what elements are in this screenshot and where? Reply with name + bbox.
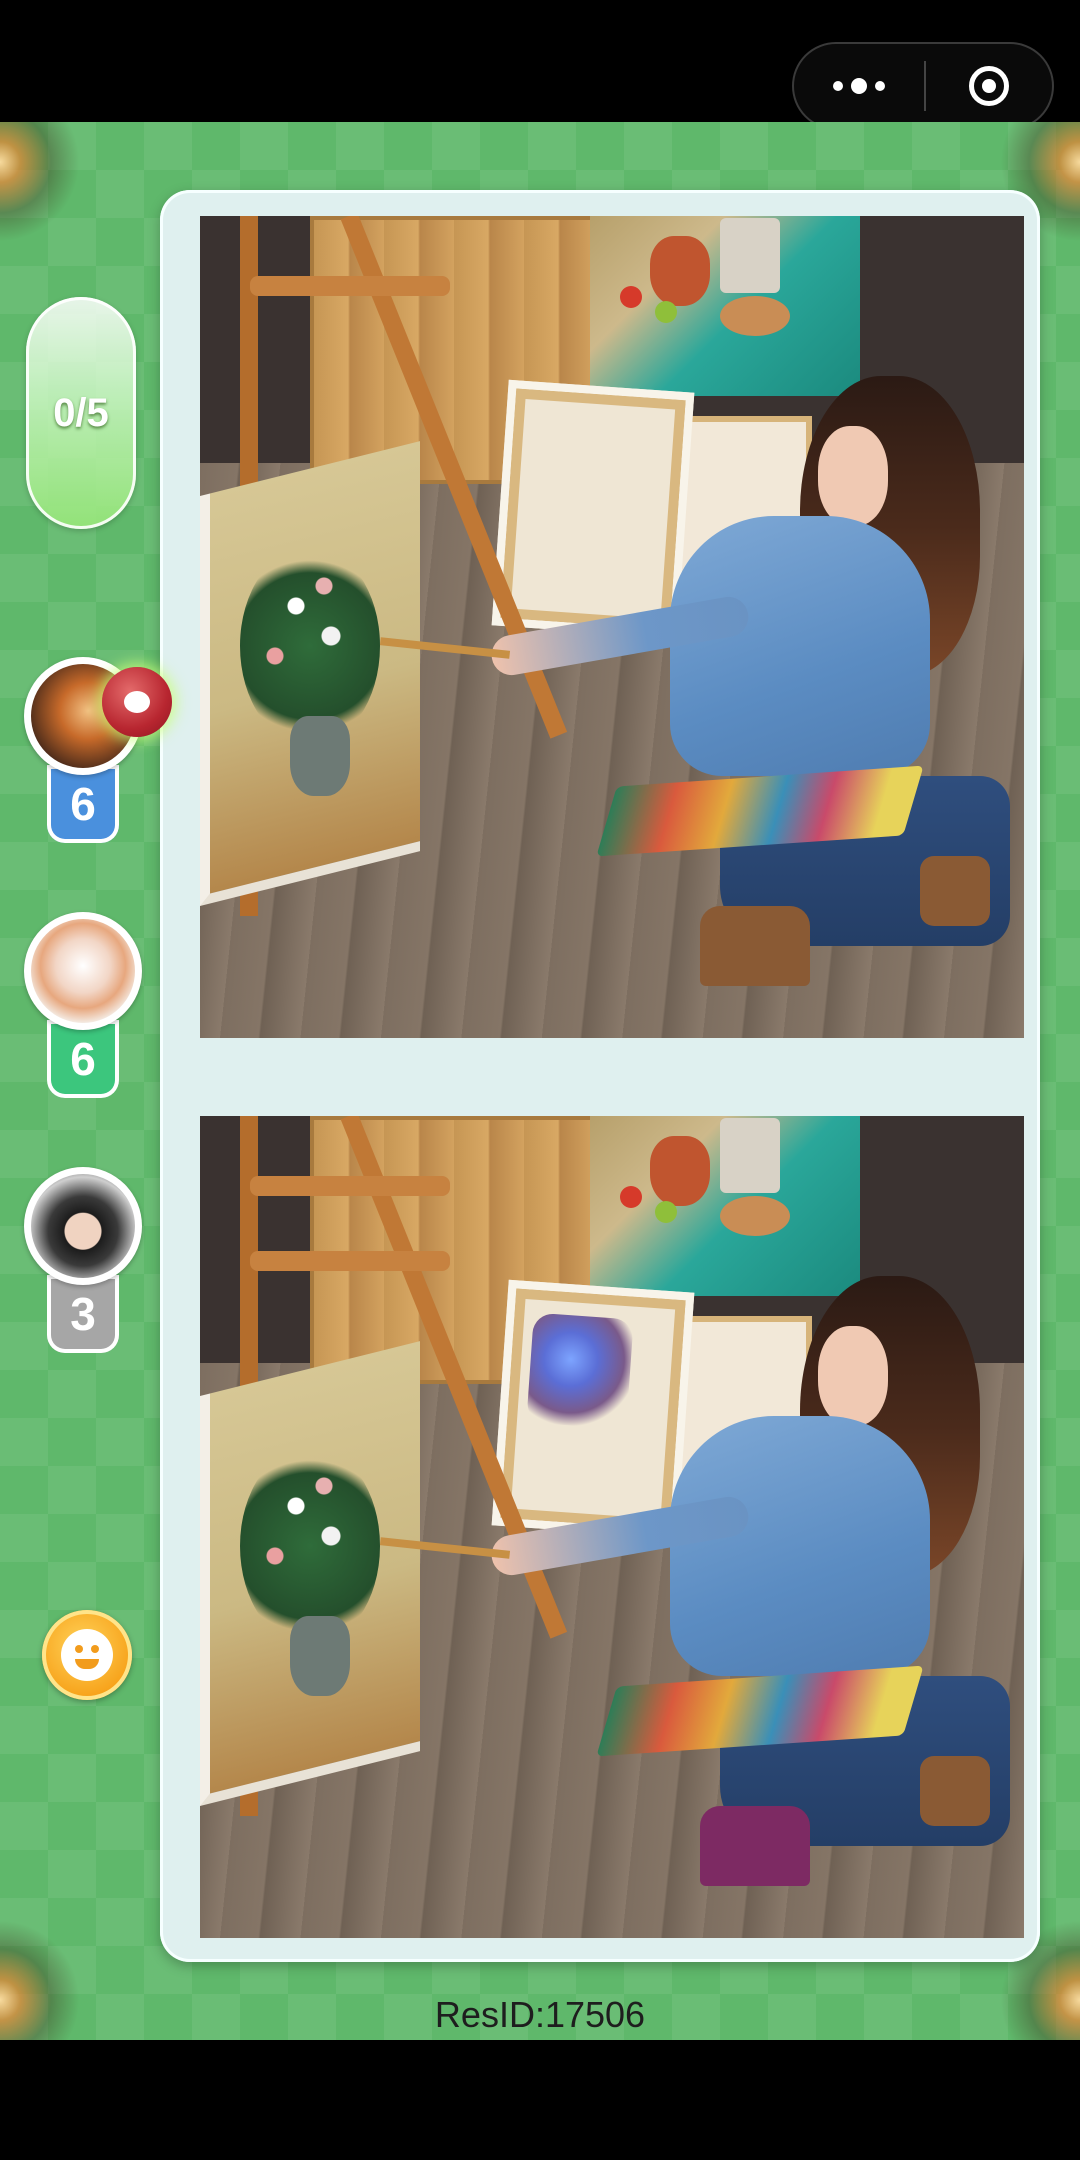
counter-text: 0/5 [53,390,109,435]
screen: 0/5 6 6 3 ResID:17506 [0,0,1080,2160]
scene-fruit [620,1186,642,1208]
more-button[interactable] [794,44,924,128]
scene-jar [720,1118,780,1193]
scene-blank-canvas [491,379,695,639]
original-image[interactable] [200,216,1024,1038]
scene-easel-bar [250,276,450,296]
scene-boot [700,906,810,986]
puzzle-frame [160,190,1040,1962]
close-button[interactable] [926,44,1052,128]
scene-boot [920,856,990,926]
smile-icon [61,1629,113,1681]
bottom-bar [0,2040,1080,2160]
top-bar [0,0,1080,130]
avatar [24,912,142,1030]
scene-woman-face [818,1326,888,1426]
scene-pot [720,296,790,336]
player-score-badge: 3 [47,1275,119,1353]
scene-canvas-art [526,1312,634,1430]
emoji-button[interactable] [42,1610,132,1700]
avatar [24,1167,142,1285]
player-score-badge: 6 [47,765,119,843]
player-slot-3[interactable]: 3 [24,1167,148,1353]
mini-program-capsule [792,42,1054,130]
scene-fruit [620,286,642,308]
scene-woman-face [818,426,888,526]
scene-woman-shirt [670,1416,930,1676]
scene-vase [290,716,350,796]
scene-vase [290,1616,350,1696]
scene-woman-shirt [670,516,930,776]
scene-purple-boot [700,1806,810,1886]
scene-fruit [655,301,677,323]
scene-easel-bar [250,1176,450,1196]
scene-jug [650,236,710,306]
firework-decoration [0,122,80,242]
resource-id-label: ResID:17506 [434,1994,646,2035]
scene-boot [920,1756,990,1826]
game-area: 0/5 6 6 3 ResID:17506 [0,122,1080,2040]
scene-easel-extra-bar [250,1251,450,1271]
scene-jug [650,1136,710,1206]
chat-bubble-icon[interactable] [102,667,172,737]
modified-image[interactable] [200,1116,1024,1938]
player-slot-1[interactable]: 6 [24,657,172,843]
more-dots-icon [833,78,885,94]
player-slot-2[interactable]: 6 [24,912,148,1098]
avatar-image [31,1174,135,1278]
scene-jar [720,218,780,293]
differences-counter: 0/5 [26,297,136,529]
target-circle-icon [969,66,1009,106]
scene-fruit [655,1201,677,1223]
player-score-badge: 6 [47,1020,119,1098]
scene-pot [720,1196,790,1236]
avatar-image [31,919,135,1023]
